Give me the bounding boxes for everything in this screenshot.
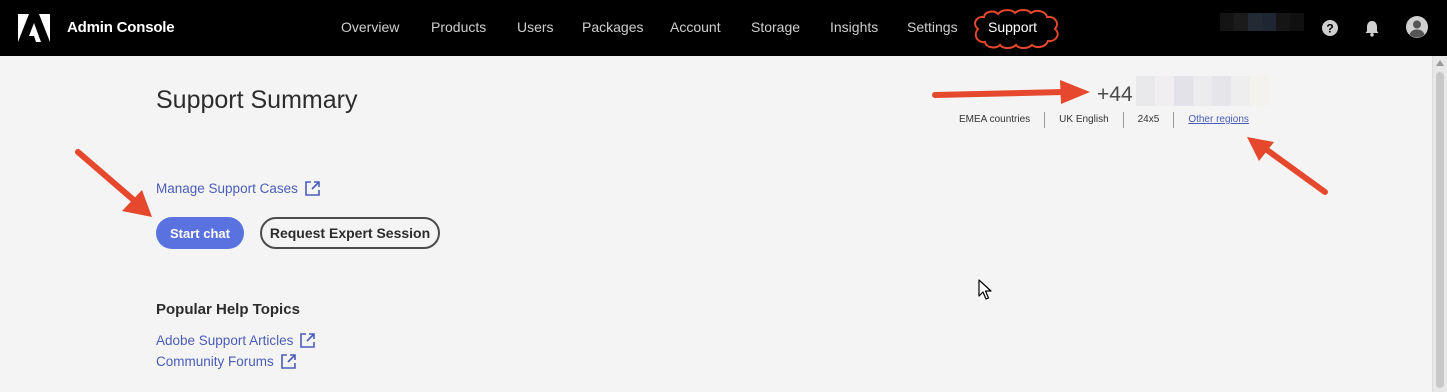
manage-support-cases-label: Manage Support Cases xyxy=(156,181,298,196)
svg-text:?: ? xyxy=(1326,22,1333,36)
adobe-logo-icon[interactable] xyxy=(18,14,50,42)
app-title[interactable]: Admin Console xyxy=(67,19,175,36)
manage-support-cases-link[interactable]: Manage Support Cases xyxy=(156,180,321,197)
bell-icon[interactable] xyxy=(1362,18,1382,38)
adobe-support-articles-link[interactable]: Adobe Support Articles xyxy=(156,332,316,349)
external-link-icon xyxy=(280,354,296,369)
nav-support[interactable]: Support xyxy=(988,19,1037,35)
blurred-user-name xyxy=(1220,13,1304,31)
hours-label: 24x5 xyxy=(1122,112,1174,128)
user-avatar-icon[interactable] xyxy=(1405,15,1429,39)
nav-overview[interactable]: Overview xyxy=(341,19,399,35)
mouse-cursor-icon xyxy=(978,279,992,300)
page-title: Support Summary xyxy=(156,86,358,114)
nav-account[interactable]: Account xyxy=(670,19,721,35)
help-icon[interactable]: ? xyxy=(1320,18,1340,38)
vertical-scrollbar[interactable] xyxy=(1432,56,1447,392)
external-link-icon xyxy=(305,181,320,196)
top-navigation-bar: Admin Console Overview Products Users Pa… xyxy=(0,0,1447,56)
start-chat-button[interactable]: Start chat xyxy=(156,217,244,249)
scroll-up-arrow-icon[interactable] xyxy=(1436,60,1444,66)
support-region-info: EMEA countries UK English 24x5 Other reg… xyxy=(947,112,1263,128)
community-forums-label: Community Forums xyxy=(156,354,274,369)
popular-help-topics-heading: Popular Help Topics xyxy=(156,301,300,318)
region-label: EMEA countries xyxy=(959,114,1031,125)
blurred-phone-number xyxy=(1136,76,1269,106)
nav-products[interactable]: Products xyxy=(431,19,486,35)
adobe-support-articles-label: Adobe Support Articles xyxy=(156,333,294,348)
scroll-thumb[interactable] xyxy=(1436,72,1444,388)
language-label: UK English xyxy=(1044,112,1122,128)
nav-storage[interactable]: Storage xyxy=(751,19,800,35)
community-forums-link[interactable]: Community Forums xyxy=(156,353,297,370)
other-regions-link[interactable]: Other regions xyxy=(1173,112,1263,128)
nav-users[interactable]: Users xyxy=(517,19,554,35)
nav-insights[interactable]: Insights xyxy=(830,19,878,35)
nav-packages[interactable]: Packages xyxy=(582,19,643,35)
phone-number-prefix: +44 xyxy=(1097,83,1133,106)
nav-settings[interactable]: Settings xyxy=(907,19,958,35)
request-expert-session-button[interactable]: Request Expert Session xyxy=(260,217,440,249)
external-link-icon xyxy=(300,333,316,348)
